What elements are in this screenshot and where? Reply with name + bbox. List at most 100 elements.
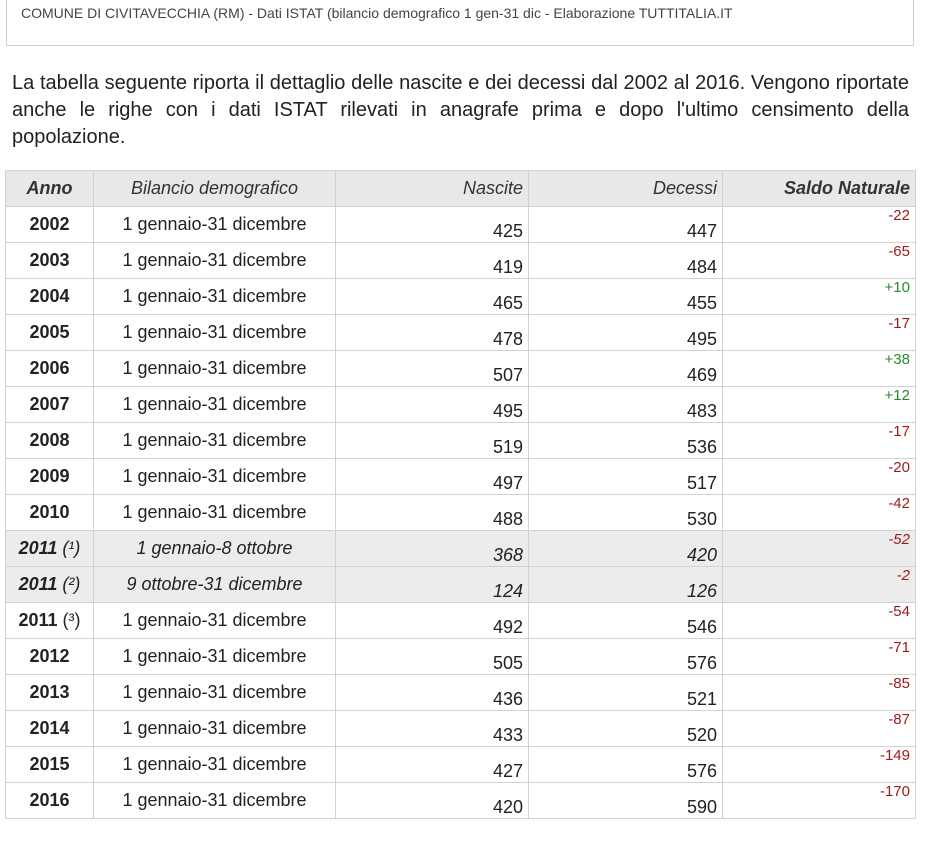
footnote-marker: (¹): [62, 538, 81, 558]
cell-nascite: 465: [335, 278, 529, 315]
cell-bilancio: 1 gennaio-31 dicembre: [93, 746, 336, 783]
footnote-marker: (²): [62, 574, 81, 594]
year-text: 2009: [29, 466, 70, 486]
cell-saldo: +12: [722, 386, 916, 423]
cell-saldo: -52: [722, 530, 916, 567]
cell-anno: 2002: [5, 206, 94, 243]
table-body: 2002 1 gennaio-31 dicembre 425 447 -22 2003 1 …: [5, 206, 916, 819]
table-row: 2003 1 gennaio-31 dicembre 419 484 -65: [5, 242, 916, 279]
table-header-row: Anno Bilancio demografico Nascite Decess…: [5, 170, 916, 207]
cell-nascite: 492: [335, 602, 529, 639]
year-text: 2004: [29, 286, 70, 306]
cell-decessi: 495: [528, 314, 723, 351]
cell-bilancio: 1 gennaio-31 dicembre: [93, 314, 336, 351]
year-text: 2007: [29, 394, 70, 414]
cell-bilancio: 1 gennaio-31 dicembre: [93, 638, 336, 675]
cell-saldo: -149: [722, 746, 916, 783]
cell-anno: 2011 (³): [5, 602, 94, 639]
cell-nascite: 495: [335, 386, 529, 423]
table-row: 2014 1 gennaio-31 dicembre 433 520 -87: [5, 710, 916, 747]
births-deaths-table: Anno Bilancio demografico Nascite Decess…: [5, 170, 916, 819]
cell-saldo: -54: [722, 602, 916, 639]
cell-bilancio: 1 gennaio-31 dicembre: [93, 602, 336, 639]
table-row: 2013 1 gennaio-31 dicembre 436 521 -85: [5, 674, 916, 711]
footnote-marker: (³): [62, 610, 81, 630]
year-text: 2015: [29, 754, 70, 774]
cell-decessi: 590: [528, 782, 723, 819]
cell-nascite: 420: [335, 782, 529, 819]
table-row: 2009 1 gennaio-31 dicembre 497 517 -20: [5, 458, 916, 495]
year-text: 2006: [29, 358, 70, 378]
cell-anno: 2015: [5, 746, 94, 783]
year-text: 2016: [29, 790, 70, 810]
table-row: 2011 (²) 9 ottobre-31 dicembre 124 126 -2: [5, 566, 916, 603]
table-row: 2016 1 gennaio-31 dicembre 420 590 -170: [5, 782, 916, 819]
cell-saldo: -17: [722, 314, 916, 351]
cell-bilancio: 1 gennaio-31 dicembre: [93, 422, 336, 459]
cell-anno: 2013: [5, 674, 94, 711]
cell-saldo: -20: [722, 458, 916, 495]
cell-bilancio: 9 ottobre-31 dicembre: [93, 566, 336, 603]
cell-anno: 2007: [5, 386, 94, 423]
year-text: 2011: [18, 610, 58, 630]
year-text: 2008: [29, 430, 70, 450]
cell-nascite: 425: [335, 206, 529, 243]
cell-saldo: -85: [722, 674, 916, 711]
table-row: 2011 (¹) 1 gennaio-8 ottobre 368 420 -52: [5, 530, 916, 567]
cell-decessi: 521: [528, 674, 723, 711]
cell-nascite: 436: [335, 674, 529, 711]
table-row: 2010 1 gennaio-31 dicembre 488 530 -42: [5, 494, 916, 531]
cell-bilancio: 1 gennaio-31 dicembre: [93, 494, 336, 531]
cell-saldo: -22: [722, 206, 916, 243]
cell-nascite: 124: [335, 566, 529, 603]
cell-saldo: +38: [722, 350, 916, 387]
cell-saldo: -65: [722, 242, 916, 279]
table-row: 2011 (³) 1 gennaio-31 dicembre 492 546 -54: [5, 602, 916, 639]
cell-decessi: 520: [528, 710, 723, 747]
cell-decessi: 126: [528, 566, 723, 603]
year-text: 2002: [29, 214, 70, 234]
cell-saldo: +10: [722, 278, 916, 315]
cell-anno: 2014: [5, 710, 94, 747]
cell-decessi: 576: [528, 638, 723, 675]
cell-anno: 2011 (¹): [5, 530, 94, 567]
cell-bilancio: 1 gennaio-31 dicembre: [93, 242, 336, 279]
header-nascite: Nascite: [335, 170, 529, 207]
cell-saldo: -71: [722, 638, 916, 675]
cell-anno: 2003: [5, 242, 94, 279]
table-row: 2002 1 gennaio-31 dicembre 425 447 -22: [5, 206, 916, 243]
cell-bilancio: 1 gennaio-31 dicembre: [93, 386, 336, 423]
cell-decessi: 483: [528, 386, 723, 423]
year-text: 2010: [29, 502, 70, 522]
cell-anno: 2016: [5, 782, 94, 819]
year-text: 2011: [18, 574, 58, 594]
header-bilancio: Bilancio demografico: [93, 170, 336, 207]
intro-paragraph: La tabella seguente riporta il dettaglio…: [12, 72, 909, 148]
cell-bilancio: 1 gennaio-31 dicembre: [93, 458, 336, 495]
cell-decessi: 530: [528, 494, 723, 531]
cell-bilancio: 1 gennaio-31 dicembre: [93, 350, 336, 387]
cell-saldo: -2: [722, 566, 916, 603]
year-text: 2003: [29, 250, 70, 270]
cell-bilancio: 1 gennaio-31 dicembre: [93, 782, 336, 819]
cell-decessi: 469: [528, 350, 723, 387]
table-row: 2005 1 gennaio-31 dicembre 478 495 -17: [5, 314, 916, 351]
cell-bilancio: 1 gennaio-31 dicembre: [93, 674, 336, 711]
year-text: 2011: [18, 538, 58, 558]
cell-decessi: 517: [528, 458, 723, 495]
cell-decessi: 447: [528, 206, 723, 243]
cell-decessi: 484: [528, 242, 723, 279]
year-text: 2005: [29, 322, 70, 342]
table-row: 2007 1 gennaio-31 dicembre 495 483 +12: [5, 386, 916, 423]
table-row: 2012 1 gennaio-31 dicembre 505 576 -71: [5, 638, 916, 675]
cell-decessi: 420: [528, 530, 723, 567]
year-text: 2013: [29, 682, 70, 702]
cell-nascite: 433: [335, 710, 529, 747]
cell-nascite: 488: [335, 494, 529, 531]
cell-nascite: 505: [335, 638, 529, 675]
cell-saldo: -170: [722, 782, 916, 819]
year-text: 2012: [29, 646, 70, 666]
cell-anno: 2009: [5, 458, 94, 495]
cell-anno: 2012: [5, 638, 94, 675]
source-box: COMUNE DI CIVITAVECCHIA (RM) - Dati ISTA…: [6, 0, 914, 46]
